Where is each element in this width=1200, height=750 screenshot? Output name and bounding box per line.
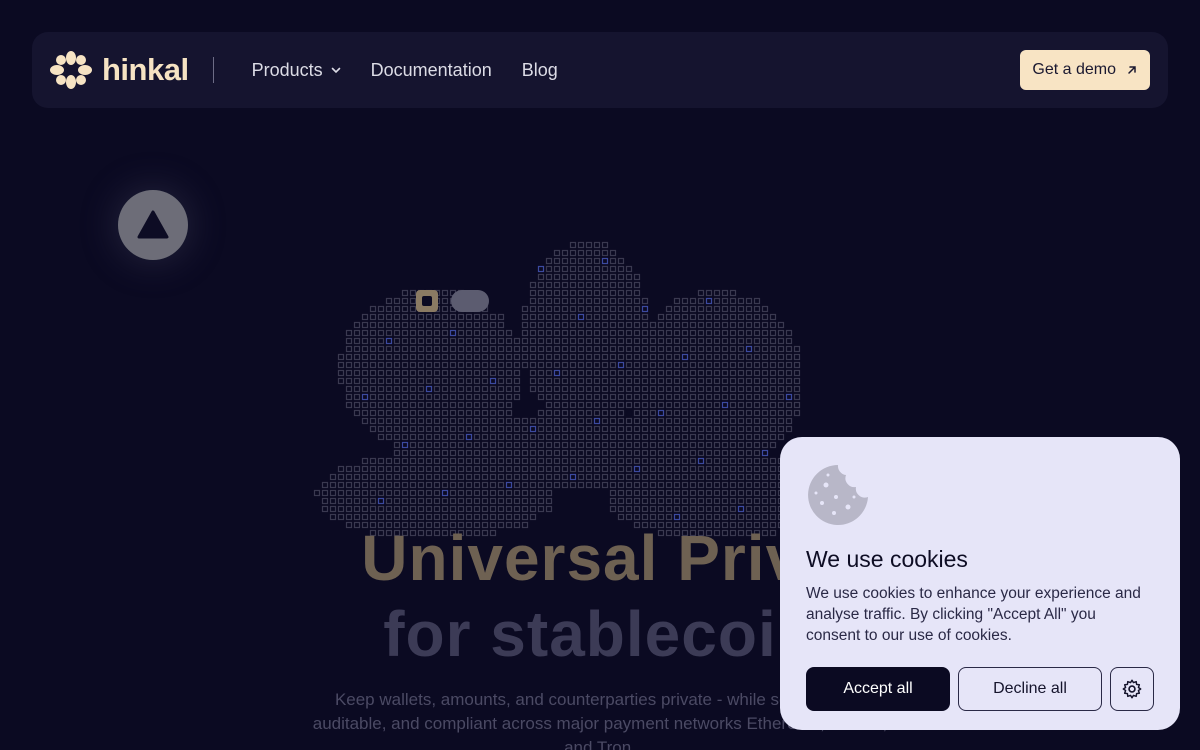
cookie-settings-button[interactable]	[1110, 667, 1154, 711]
cookie-description: We use cookies to enhance your experienc…	[806, 585, 1141, 644]
nav-links: Products Documentation Blog	[252, 60, 558, 81]
nav-item-label: Products	[251, 59, 323, 80]
nav-item-documentation[interactable]: Documentation	[371, 60, 492, 81]
get-a-demo-button[interactable]: Get a demo	[1020, 50, 1150, 90]
cookie-consent-banner: We use cookies We use cookies to enhance…	[780, 437, 1180, 730]
cookie-actions: Accept all Decline all	[806, 667, 1154, 711]
nav-item-label: Documentation	[370, 59, 492, 80]
chevron-down-icon	[331, 67, 340, 74]
logo-wordmark: hinkal	[102, 52, 189, 87]
nav-item-label: Blog	[521, 59, 558, 80]
accept-all-button[interactable]: Accept all	[806, 667, 950, 711]
hinkal-logo[interactable]: hinkal	[50, 51, 189, 89]
speech-bubble-icon	[451, 290, 489, 312]
nav-item-blog[interactable]: Blog	[522, 60, 558, 81]
gear-icon	[1122, 679, 1142, 699]
hinkal-logo-mark-icon	[50, 51, 92, 89]
cookie-title: We use cookies	[806, 546, 968, 572]
nav-divider	[212, 57, 214, 83]
decline-all-button[interactable]: Decline all	[958, 667, 1102, 711]
arrow-up-right-icon	[1128, 66, 1136, 74]
cookie-icon	[808, 465, 868, 525]
hinkal-dotted-logo-illustration	[313, 241, 825, 537]
get-a-demo-label: Get a demo	[1032, 61, 1116, 78]
tron-token-icon	[118, 190, 188, 260]
top-navbar: hinkal Products Documentation Blog Get a…	[32, 32, 1168, 108]
nav-item-products[interactable]: Products	[252, 60, 341, 81]
